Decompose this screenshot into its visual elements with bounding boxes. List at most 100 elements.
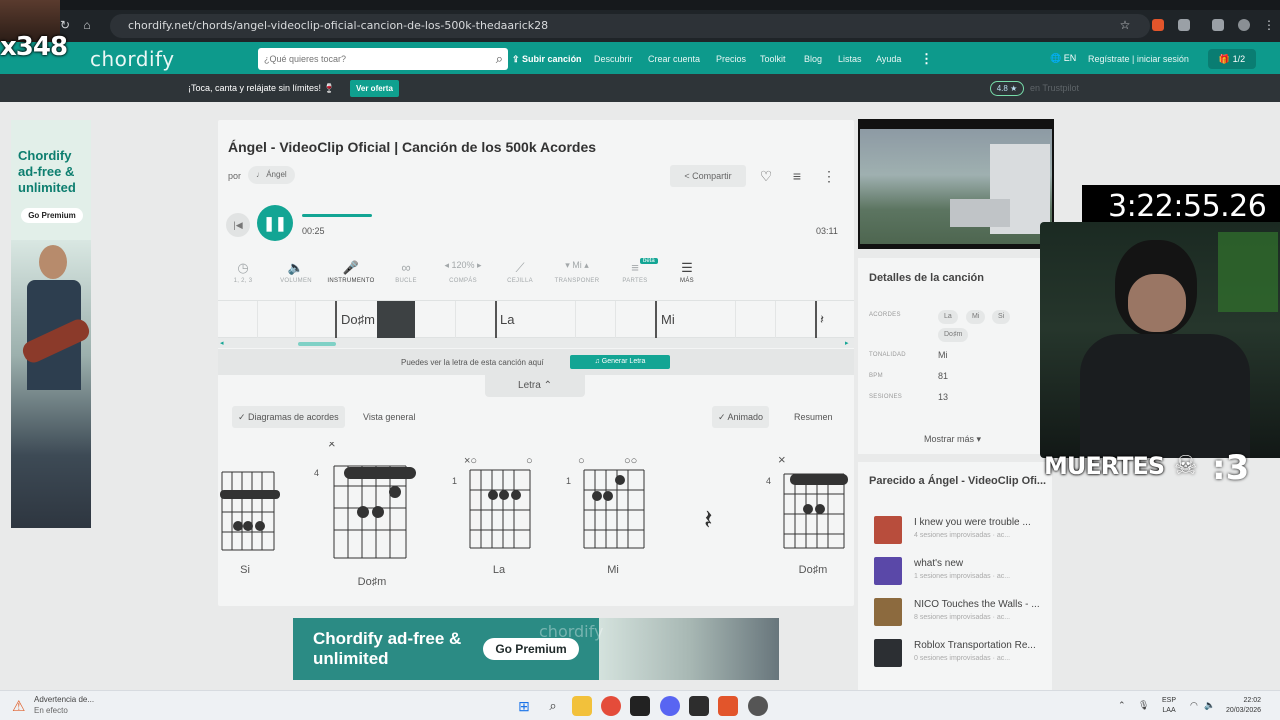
add-to-list-icon[interactable]: ≡ (785, 165, 809, 187)
lyrics-tab[interactable]: Letra ⌃ (485, 375, 585, 397)
gift-badge[interactable]: 🎁 1/2 (1208, 49, 1256, 69)
scroll-left-icon[interactable]: ◂ (220, 339, 224, 347)
timeline-chord[interactable]: Do♯m (341, 312, 375, 327)
generate-lyrics-button[interactable]: ♫ Generar Letra (570, 355, 670, 369)
timeline-beat[interactable] (696, 301, 736, 338)
toolbar-capo[interactable]: ⟋ CEJILLA (495, 260, 545, 284)
chord-pill[interactable]: Mi (966, 310, 986, 324)
chord-pill[interactable]: Do♯m (938, 328, 969, 342)
artist-chip[interactable]: ♩ Ángel (248, 166, 295, 184)
toolbar-transpose[interactable]: ▾ Mi ▴ TRANSPONER (552, 260, 602, 284)
toolbar-more[interactable]: ☰ MÁS (662, 260, 712, 284)
chord-diagram-si[interactable] (218, 450, 282, 554)
timeline-chord[interactable]: La (500, 312, 514, 327)
keyboard-language[interactable]: ESP LAA (1162, 696, 1176, 716)
chord-diagram-la[interactable]: ×○ ○ 1 (452, 452, 536, 552)
search-icon[interactable]: ⌕ (543, 696, 563, 716)
warning-title[interactable]: Advertencia de... (34, 695, 94, 704)
similar-song-item[interactable]: what's new 1 sesiones improvisadas · ac.… (874, 555, 1052, 591)
discord-icon[interactable] (660, 696, 680, 716)
app-icon[interactable] (748, 696, 768, 716)
timeline-beat[interactable] (416, 301, 456, 338)
terminal-icon[interactable] (630, 696, 650, 716)
file-explorer-icon[interactable] (572, 696, 592, 716)
address-bar[interactable]: chordify.net/chords/angel-videoclip-ofic… (110, 14, 1150, 38)
chrome-icon[interactable] (601, 696, 621, 716)
timeline-current-beat[interactable] (377, 301, 415, 338)
microphone-icon[interactable]: 🎙 (1138, 700, 1149, 711)
nav-ayuda[interactable]: Ayuda (876, 54, 901, 64)
timeline-chord[interactable]: Mi (661, 312, 675, 327)
toolbar-count-in[interactable]: ◷ 1, 2, 3 (218, 260, 268, 284)
start-menu-icon[interactable]: ⊞ (514, 696, 534, 716)
trustpilot-label[interactable]: en Trustpilot (1030, 83, 1079, 93)
bottom-ad-banner[interactable]: Chordify ad-free & unlimited chordify Go… (293, 618, 779, 680)
left-ad-banner[interactable]: Chordify ad-free & unlimited Go Premium (11, 120, 91, 528)
similar-song-item[interactable]: NICO Touches the Walls - ... 8 sesiones … (874, 596, 1052, 632)
chord-diagrams-toggle[interactable]: ✓ Diagramas de acordes (232, 406, 345, 428)
wifi-icon[interactable]: ◠ (1190, 700, 1198, 711)
timeline-rest[interactable]: 𝄽 (820, 312, 824, 328)
chord-diagram-dosm[interactable]: × 4 (314, 442, 424, 562)
language-selector[interactable]: 🌐 EN (1050, 53, 1076, 64)
animated-toggle[interactable]: ✓ Animado (712, 406, 770, 428)
timeline-beat[interactable] (536, 301, 576, 338)
ad-go-premium-button[interactable]: Go Premium (21, 208, 83, 223)
timeline-beat[interactable] (296, 301, 336, 338)
nav-precios[interactable]: Precios (716, 54, 746, 64)
favorite-heart-icon[interactable]: ♡ (754, 165, 778, 187)
toolbar-tempo[interactable]: ◂ 120% ▸ COMPÁS (438, 260, 488, 284)
more-options-icon[interactable]: ⋮ (817, 165, 841, 187)
extensions-puzzle-icon[interactable] (1178, 19, 1190, 31)
timeline-beat[interactable] (616, 301, 656, 338)
nav-descubrir[interactable]: Descubrir (594, 54, 633, 64)
login-link[interactable]: Regístrate | iniciar sesión (1088, 54, 1189, 64)
chord-timeline[interactable]: Do♯m La Mi 𝄽 (218, 300, 854, 338)
toolbar-loop[interactable]: ∞ BUCLE (381, 260, 431, 284)
search-icon[interactable]: ⌕ (496, 51, 503, 67)
show-more-button[interactable]: Mostrar más ▾ (924, 434, 981, 445)
profile-icon[interactable] (1238, 19, 1250, 31)
video-player[interactable] (858, 119, 1054, 249)
speaker-icon[interactable]: 🔈 (1204, 700, 1215, 711)
brave-icon[interactable] (718, 696, 738, 716)
url-text[interactable]: chordify.net/chords/angel-videoclip-ofic… (128, 19, 548, 32)
nav-listas[interactable]: Listas (838, 54, 862, 64)
toolbar-parts[interactable]: beta ≡ PARTES (610, 258, 660, 284)
reload-icon[interactable]: ↻ (58, 18, 72, 32)
nav-blog[interactable]: Blog (804, 54, 822, 64)
timeline-beat[interactable] (776, 301, 816, 338)
timeline-beat[interactable] (218, 301, 258, 338)
chord-pill[interactable]: Si (992, 310, 1011, 324)
timeline-beat[interactable] (456, 301, 496, 338)
toolbar-instrument[interactable]: 🎤 INSTRUMENTO (326, 260, 376, 284)
ver-oferta-button[interactable]: Ver oferta (350, 80, 399, 97)
browser-menu-icon[interactable]: ⋮ (1262, 18, 1276, 32)
progress-bar[interactable] (302, 214, 840, 217)
bottom-ad-go-premium-button[interactable]: Go Premium (483, 638, 579, 660)
media-icon[interactable] (1212, 19, 1224, 31)
obs-icon[interactable] (689, 696, 709, 716)
chord-pill[interactable]: La (938, 310, 958, 324)
toolbar-volume[interactable]: 🔈 VOLUMEN (271, 260, 321, 284)
skip-back-icon[interactable]: |◀ (226, 213, 250, 237)
timeline-beat[interactable] (736, 301, 776, 338)
chordify-logo[interactable]: chordify (90, 47, 175, 71)
extension-icon[interactable] (1152, 19, 1164, 31)
warning-icon[interactable]: ⚠ (12, 697, 25, 715)
home-icon[interactable]: ⌂ (80, 18, 94, 32)
search-input[interactable] (258, 48, 478, 70)
timeline-beat[interactable] (256, 301, 296, 338)
summary-toggle[interactable]: Resumen (788, 406, 839, 428)
upload-song-button[interactable]: ⇪ Subir canción (512, 54, 582, 65)
tray-chevron-up-icon[interactable]: ⌃ (1118, 700, 1126, 711)
nav-toolkit[interactable]: Toolkit (760, 54, 786, 64)
scroll-right-icon[interactable]: ▸ (845, 339, 849, 347)
nav-crear-cuenta[interactable]: Crear cuenta (648, 54, 700, 64)
more-menu-icon[interactable]: ⋮ (920, 51, 933, 67)
overview-toggle[interactable]: Vista general (357, 406, 421, 428)
similar-song-item[interactable]: Roblox Transportation Re... 0 sesiones i… (874, 637, 1052, 673)
chord-diagram-mi[interactable]: ○ ○○ 1 (566, 452, 650, 552)
system-clock[interactable]: 22:02 20/03/2026 (1226, 696, 1261, 716)
timeline-scrollbar[interactable]: ◂ ▸ (218, 338, 854, 348)
